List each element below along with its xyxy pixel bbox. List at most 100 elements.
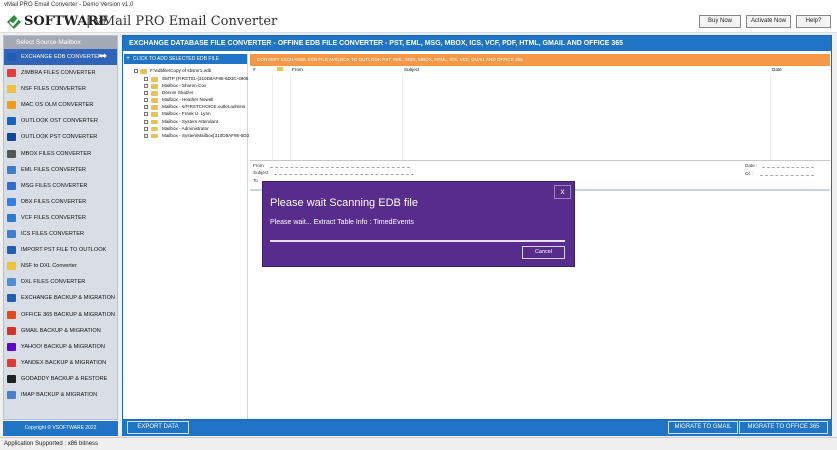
tree-root[interactable]: F:\edbfile\Copy of sbsmr1.edb	[124, 67, 247, 75]
sidebar-item-label: OFFICE 365 BACKUP & MIGRATION	[21, 311, 115, 318]
column-id[interactable]: #	[253, 66, 256, 74]
tree-item[interactable]: SMTP (FIRST01-{310D8AF95-6D3C-4905	[124, 75, 248, 82]
sidebar-item[interactable]: YAHOO! BACKUP & MIGRATION	[4, 339, 117, 355]
sidebar-item[interactable]: ZIMBRA FILES CONVERTER	[4, 65, 117, 81]
tree-item[interactable]: Mailbox - Frank U. Lynn	[124, 110, 247, 117]
sidebar-item[interactable]: MSG FILES CONVERTER	[4, 178, 117, 194]
tree-item[interactable]: Mailbox - Sharon Cox	[124, 82, 247, 89]
tree-checkbox[interactable]	[144, 112, 148, 117]
ics-icon	[7, 230, 16, 239]
sidebar-item-label: YANDEX BACKUP & MIGRATION	[21, 359, 107, 366]
tree-item[interactable]: Mailbox - System Attendant	[124, 118, 247, 125]
column-divider	[402, 74, 403, 160]
folder-icon	[151, 91, 158, 96]
godaddy-icon	[7, 374, 16, 383]
tree-item[interactable]: Mailbox - s/FIRSTCHOICE.outlet.admins	[124, 103, 247, 110]
sidebar-item[interactable]: OFFICE 365 BACKUP & MIGRATION	[4, 307, 117, 323]
lotus-notes-icon	[7, 85, 16, 94]
sidebar-item-label: MBOX FILES CONVERTER	[21, 150, 92, 157]
yandex-icon	[7, 358, 16, 367]
sidebar-item[interactable]: OUTLOOK PST CONVERTER	[4, 129, 117, 145]
sidebar-item[interactable]: ICS FILES CONVERTER	[4, 226, 117, 242]
tree-checkbox[interactable]	[144, 98, 148, 103]
tree-item[interactable]: Mailbox - SystemMailbox{310D8AF95-6D3	[124, 132, 249, 139]
tree-checkbox[interactable]	[144, 84, 148, 89]
sidebar-heading: Select Source Mailbox	[4, 36, 117, 49]
column-from[interactable]: From	[292, 66, 303, 74]
sidebar-item[interactable]: NSF FILES CONVERTER	[4, 81, 117, 97]
tree-item-label: Mailbox - Administrator	[162, 125, 209, 131]
sidebar-item[interactable]: GMAIL BACKUP & MIGRATION	[4, 323, 117, 339]
sidebar-item-label: ZIMBRA FILES CONVERTER	[21, 70, 96, 77]
dbx-icon	[7, 197, 16, 206]
tree-checkbox[interactable]	[134, 69, 138, 73]
sidebar-item[interactable]: YANDEX BACKUP & MIGRATION	[4, 355, 117, 371]
plus-icon: +	[126, 55, 131, 62]
sidebar-list: EXCHANGE EDB CONVERTER ➡ ZIMBRA FILES CONV…	[4, 49, 117, 403]
sidebar-item[interactable]: IMPORT PST FILE TO OUTLOOK	[4, 242, 117, 258]
folder-icon	[151, 105, 158, 110]
preview-from-line	[270, 167, 410, 168]
buy-now-button[interactable]: Buy Now	[699, 15, 741, 28]
sidebar-item[interactable]: EXCHANGE BACKUP & MIGRATION	[4, 290, 117, 306]
sidebar-item[interactable]: EML FILES CONVERTER	[4, 162, 117, 178]
folder-tree-pane: + CLICK TO ADD SELECTED EDB FILE F:\edbf…	[124, 54, 249, 430]
sidebar-item-label: VCF FILES CONVERTER	[21, 214, 86, 221]
export-data-button[interactable]: EXPORT DATA	[127, 421, 189, 434]
close-icon[interactable]: x	[554, 185, 571, 199]
mac-olm-icon	[7, 101, 16, 110]
add-edb-file-button[interactable]: + CLICK TO ADD SELECTED EDB FILE	[124, 54, 247, 64]
migrate-to-gmail-button[interactable]: MIGRATE TO GMAIL	[668, 421, 738, 434]
tree-checkbox[interactable]	[144, 119, 148, 124]
tree-item-label: Mailbox - System Attendant	[162, 118, 218, 124]
tree-root-label: F:\edbfile\Copy of sbsmr1.edb	[150, 68, 212, 73]
app-header: SOFTWARE | vMail PRO Email Converter Buy…	[0, 11, 837, 33]
copyright: Copyright © VSOFTWARE 2022	[3, 421, 118, 436]
exchange-backup-icon	[7, 294, 16, 303]
tree-checkbox[interactable]	[144, 126, 148, 131]
help-button[interactable]: Help?	[796, 15, 831, 28]
sidebar-item[interactable]: VCF FILES CONVERTER	[4, 210, 117, 226]
mbox-icon	[7, 149, 16, 158]
tree-checkbox[interactable]	[144, 77, 148, 81]
sidebar-item[interactable]: EXCHANGE EDB CONVERTER ➡	[4, 49, 117, 66]
tree-item[interactable]: Mailbox - Heather Nowell	[124, 96, 247, 103]
outlook-ost-icon	[7, 117, 16, 126]
tree-checkbox[interactable]	[144, 133, 148, 138]
sidebar-item-label: GODADDY BACKUP & RESTORE	[21, 375, 108, 382]
msg-icon	[7, 181, 16, 190]
sidebar-item-label: ICS FILES CONVERTER	[21, 231, 84, 238]
sidebar-item-label: YAHOO! BACKUP & MIGRATION	[21, 343, 105, 350]
sidebar-item[interactable]: MBOX FILES CONVERTER	[4, 146, 117, 162]
gmail-icon	[7, 326, 16, 335]
tree-item[interactable]: Dennis Shatzer	[124, 89, 247, 96]
sidebar-item[interactable]: GODADDY BACKUP & RESTORE	[4, 371, 117, 387]
folder-icon	[151, 112, 158, 117]
tree-checkbox[interactable]	[144, 105, 148, 110]
zimbra-icon	[7, 69, 16, 78]
sidebar-item[interactable]: MAC OS OLM CONVERTER	[4, 97, 117, 113]
preview-date-label: Date :	[745, 163, 758, 168]
cancel-button[interactable]: Cancel	[522, 246, 565, 259]
column-divider	[290, 74, 291, 160]
product-name: | vMail PRO Email Converter	[86, 14, 278, 29]
sidebar-item[interactable]: OUTLOOK OST CONVERTER	[4, 113, 117, 129]
column-date[interactable]: Date	[772, 66, 782, 74]
column-subject[interactable]: Subject	[404, 66, 419, 74]
sidebar-item-label: DXL FILES CONVERTER	[21, 279, 86, 286]
convert-banner: CONVERT EXCHANGE EDB FILE MAILBOX TO OUT…	[250, 54, 830, 66]
mail-list[interactable]	[250, 74, 830, 160]
tree-item[interactable]: Mailbox - Administrator	[124, 125, 247, 132]
sidebar-item[interactable]: IMAP BACKUP & MIGRATION	[4, 387, 117, 403]
migrate-to-office365-button[interactable]: MIGRATE TO OFFICE 365	[739, 421, 828, 434]
sidebar-item[interactable]: DXL FILES CONVERTER	[4, 274, 117, 290]
activate-now-button[interactable]: Activate Now	[746, 15, 791, 28]
column-divider	[770, 74, 771, 160]
office365-icon	[7, 310, 16, 319]
sidebar-item-label: NSF to DXL Converter	[21, 263, 77, 270]
sidebar-item[interactable]: NSF to DXL Converter	[4, 258, 117, 274]
tree-checkbox[interactable]	[144, 91, 148, 96]
progress-bar	[270, 240, 565, 242]
sidebar-item[interactable]: DBX FILES CONVERTER	[4, 194, 117, 210]
preview-date-line	[762, 167, 814, 168]
